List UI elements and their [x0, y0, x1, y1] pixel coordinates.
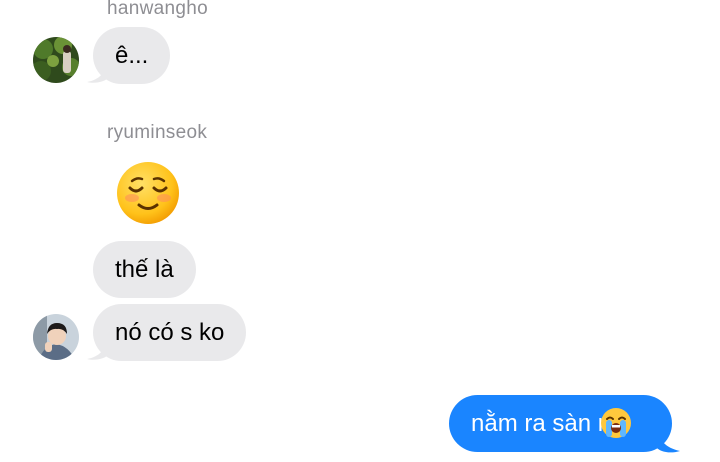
message-text: nằm ra sàn r	[471, 410, 606, 437]
message-bubble-e[interactable]: ê...	[93, 27, 171, 84]
avatar-photo-icon	[33, 37, 79, 83]
avatar-hanwangho[interactable]	[33, 37, 79, 83]
sender-name-ryuminseok: ryuminseok	[107, 122, 208, 143]
smiling-face-with-blush-icon[interactable]	[115, 160, 181, 226]
avatar-photo-icon	[33, 314, 79, 360]
message-text: nó có s ko	[115, 319, 225, 346]
loudly-crying-face-icon	[600, 408, 631, 438]
avatar-ryuminseok[interactable]	[33, 314, 79, 360]
message-bubble-the-la[interactable]: thế là	[93, 241, 196, 298]
message-text: ê...	[115, 42, 149, 69]
message-bubble-no-co-s-ko[interactable]: nó có s ko	[93, 304, 247, 361]
sender-name-hanwangho: hanwangho	[107, 0, 208, 19]
message-text: thế là	[115, 256, 174, 283]
message-bubble-outgoing[interactable]: nằm ra sàn r	[449, 395, 672, 452]
